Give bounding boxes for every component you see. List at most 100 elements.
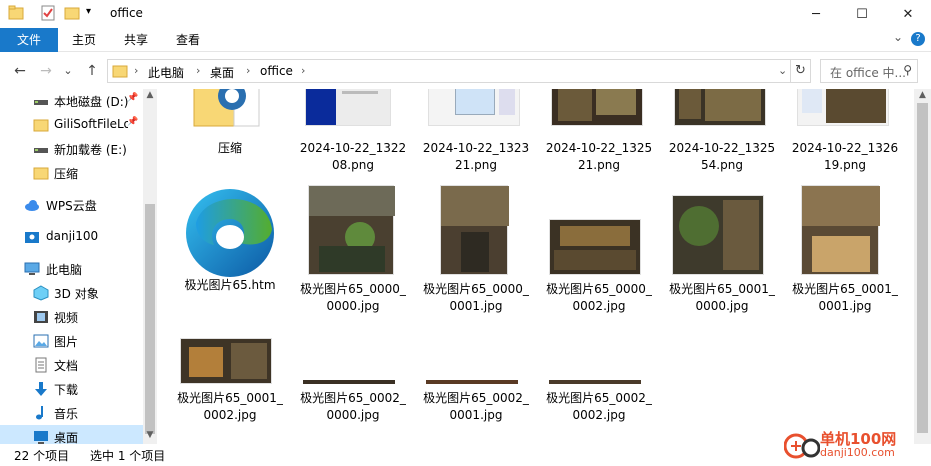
breadcrumb-separator[interactable]: › [301, 64, 305, 77]
file-tile[interactable]: 极光图片65_0001_0000.jpg [666, 185, 778, 315]
compressed-folder-icon [193, 89, 260, 127]
file-list: 压缩 2024-10-22_132208.png 2024-10-22_1323… [160, 89, 912, 444]
sidebar-item-label: 桌面 [54, 431, 79, 444]
computer-icon [24, 262, 40, 275]
file-name: 极光图片65_0001_0000.jpg [669, 282, 775, 313]
help-icon[interactable]: ? [911, 32, 925, 46]
edge-browser-icon [186, 189, 274, 277]
file-name: 压缩 [217, 141, 242, 155]
sidebar-item-videos[interactable]: 视频 [0, 305, 143, 329]
file-tile[interactable]: 极光图片65_0002_0002.jpg [543, 338, 655, 424]
sidebar-item-gilisoft[interactable]: GiliSoftFileLo 📌 [0, 113, 143, 137]
properties-icon[interactable] [40, 5, 56, 21]
user-folder-icon [25, 232, 39, 243]
tab-view[interactable]: 查看 [166, 28, 210, 52]
sidebar-item-this-pc[interactable]: 此电脑 [0, 257, 143, 281]
minimize-button[interactable]: ─ [793, 0, 839, 28]
file-tile[interactable]: 2024-10-22_132208.png [297, 89, 409, 174]
back-button[interactable]: ← [9, 60, 31, 82]
sidebar-item-label: 此电脑 [46, 263, 83, 277]
sidebar-item-label: 下载 [54, 383, 79, 397]
sidebar-item-danji100[interactable]: danji100 [0, 225, 143, 249]
sidebar-item-label: 图片 [54, 335, 79, 349]
breadcrumb-office[interactable]: office [260, 64, 293, 78]
file-tile-htm[interactable]: 极光图片65.htm [174, 185, 286, 294]
item-count: 22 个项目 [14, 449, 70, 463]
pin-icon: 📌 [127, 93, 139, 103]
sidebar-item-label: 文档 [54, 359, 79, 373]
recent-locations-button[interactable]: ⌄ [57, 60, 79, 82]
file-tile[interactable]: 极光图片65_0002_0000.jpg [297, 338, 409, 424]
breadcrumb-this-pc[interactable]: 此电脑 [148, 64, 184, 81]
content-scrollbar[interactable]: ▲ [914, 89, 931, 444]
file-tile[interactable]: 极光图片65_0002_0001.jpg [420, 338, 532, 424]
up-button[interactable]: ↑ [81, 60, 103, 82]
file-tile[interactable]: 极光图片65_0001_0001.jpg [789, 185, 901, 315]
ribbon-collapse-icon[interactable]: ⌄ [893, 30, 903, 44]
scrollbar-thumb[interactable] [917, 103, 928, 433]
maximize-button[interactable]: ☐ [839, 0, 885, 28]
search-box[interactable]: 在 office 中... ⚲ [820, 59, 918, 83]
file-tile-folder[interactable]: 压缩 [174, 89, 286, 157]
file-tile[interactable]: 2024-10-22_132619.png [789, 89, 901, 174]
file-name: 2024-10-22_132619.png [791, 141, 899, 172]
sidebar-item-label: 音乐 [54, 407, 79, 421]
3d-objects-icon [33, 285, 49, 301]
scroll-down-icon[interactable]: ▼ [143, 430, 157, 440]
pictures-icon [33, 334, 49, 348]
sidebar-item-downloads[interactable]: 下载 [0, 377, 143, 401]
navigation-pane: 本地磁盘 (D:) 📌 GiliSoftFileLo 📌 新加载卷 (E:) 压… [0, 89, 157, 444]
file-tile[interactable]: 极光图片65_0000_0002.jpg [543, 185, 655, 315]
watermark-url: danji100.com [820, 446, 895, 459]
sidebar-item-drive-e[interactable]: 新加载卷 (E:) [0, 137, 143, 161]
window-title: office [110, 6, 143, 20]
sidebar-item-compress[interactable]: 压缩 [0, 161, 143, 185]
sidebar-item-drive-d[interactable]: 本地磁盘 (D:) 📌 [0, 89, 143, 113]
drive-icon [34, 148, 48, 153]
breadcrumb-desktop[interactable]: 桌面 [210, 64, 234, 81]
image-thumbnail [801, 185, 880, 275]
scrollbar-thumb[interactable] [145, 204, 155, 434]
file-tile[interactable]: 2024-10-22_132321.png [420, 89, 532, 174]
refresh-button[interactable]: ↻ [791, 59, 811, 83]
file-tile[interactable]: 极光图片65_0001_0002.jpg [174, 338, 286, 424]
sidebar-item-label: 3D 对象 [54, 287, 99, 301]
tab-share[interactable]: 共享 [114, 28, 158, 52]
sidebar-item-pictures[interactable]: 图片 [0, 329, 143, 353]
sidebar-item-3d-objects[interactable]: 3D 对象 [0, 281, 143, 305]
address-bar[interactable]: › 此电脑 › 桌面 › office › ⌄ [107, 59, 791, 83]
image-thumbnail [549, 380, 641, 384]
file-tile[interactable]: 2024-10-22_132554.png [666, 89, 778, 174]
tab-file[interactable]: 文件 [0, 28, 58, 52]
sidebar-item-desktop[interactable]: 桌面 [0, 425, 143, 444]
sidebar-item-documents[interactable]: 文档 [0, 353, 143, 377]
file-tile[interactable]: 极光图片65_0000_0001.jpg [420, 185, 532, 315]
tab-home[interactable]: 主页 [62, 28, 106, 52]
file-tile[interactable]: 极光图片65_0000_0000.jpg [297, 185, 409, 315]
breadcrumb-separator[interactable]: › [196, 64, 200, 77]
customize-quick-access-icon[interactable]: ▾ [86, 6, 91, 17]
file-tile[interactable]: 2024-10-22_132521.png [543, 89, 655, 174]
close-button[interactable]: ✕ [885, 0, 931, 28]
ribbon-tabs: 文件 主页 共享 查看 ⌄ ? [0, 28, 931, 52]
title-bar: ▾ office ─ ☐ ✕ [0, 0, 931, 28]
breadcrumb-separator[interactable]: › [134, 64, 138, 77]
image-thumbnail [308, 185, 395, 275]
search-icon[interactable]: ⚲ [903, 63, 912, 77]
scroll-up-icon[interactable]: ▲ [914, 90, 931, 100]
sidebar-item-music[interactable]: 音乐 [0, 401, 143, 425]
sidebar-item-wps-cloud[interactable]: WPS云盘 [0, 193, 143, 217]
forward-button[interactable]: → [35, 60, 57, 82]
scroll-up-icon[interactable]: ▲ [143, 90, 157, 100]
sidebar-scrollbar[interactable]: ▲ ▼ [143, 89, 157, 444]
sidebar-item-label: 新加载卷 (E:) [54, 143, 127, 157]
search-input[interactable]: 在 office 中... [830, 64, 906, 81]
folder-icon [112, 65, 128, 78]
new-folder-icon[interactable] [64, 5, 80, 21]
image-thumbnail [303, 380, 395, 384]
breadcrumb-separator[interactable]: › [246, 64, 250, 77]
address-dropdown-icon[interactable]: ⌄ [778, 64, 787, 77]
file-name: 极光图片65_0000_0002.jpg [546, 282, 652, 313]
file-name: 2024-10-22_132321.png [422, 141, 530, 172]
sidebar-item-label: GiliSoftFileLo [54, 117, 128, 131]
